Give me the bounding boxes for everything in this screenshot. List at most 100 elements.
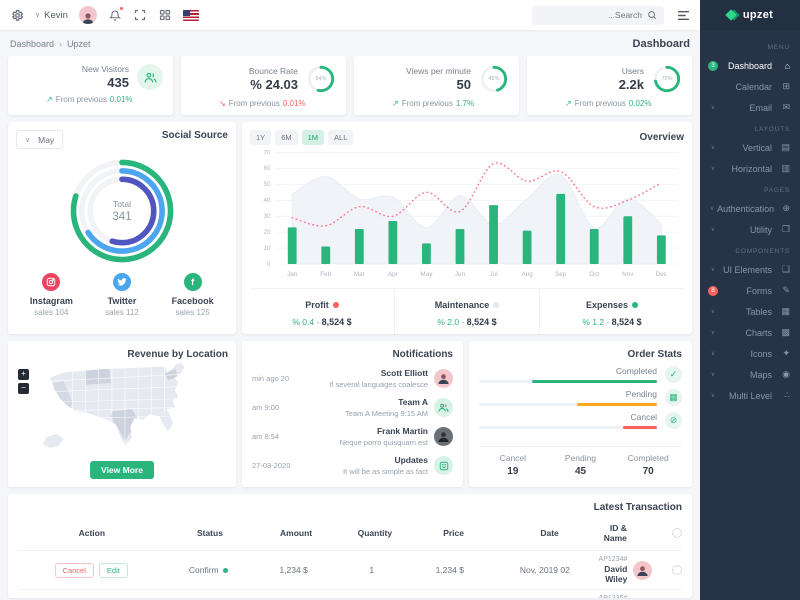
breadcrumb-item[interactable]: Dashboard xyxy=(10,39,54,49)
sidebar-item-label: Multi Level xyxy=(719,391,772,401)
language-flag-us[interactable] xyxy=(183,10,199,21)
breadcrumb-item[interactable]: Upzet xyxy=(67,39,91,49)
users-donut-chart: 72% xyxy=(652,64,682,94)
svg-text:50: 50 xyxy=(263,181,271,188)
bounce-rate-donut-chart: 54% xyxy=(306,64,336,94)
avatar xyxy=(434,427,453,446)
tab-all[interactable]: ALL xyxy=(328,130,353,145)
sidebar-item-tables[interactable]: ∨Tables▦ xyxy=(700,301,800,322)
bottom-row: Revenue by Location + − xyxy=(8,341,692,487)
sidebar-item-label: Horizontal xyxy=(719,164,772,174)
sidebar-item-label: Charts xyxy=(719,328,772,338)
tab-1m[interactable]: 1M xyxy=(302,130,324,145)
stat-value: 435 xyxy=(82,75,129,90)
sidebar-item-maps[interactable]: ∨Maps◉ xyxy=(700,364,800,385)
sidebar-item-dashboard[interactable]: 3Dashboard⌂ xyxy=(700,55,800,76)
progress-bar xyxy=(479,426,657,429)
map-zoom-in-button[interactable]: + xyxy=(18,369,29,380)
row-checkbox[interactable] xyxy=(672,565,682,575)
sidebar-item-authentication[interactable]: ∨Authentication⊕ xyxy=(700,198,800,219)
overview-chart: 010203040506070JanFebMarAprMayJunJulAugS… xyxy=(250,147,684,286)
chevron-down-icon: ∨ xyxy=(711,144,715,151)
sidebar-item-label: Tables xyxy=(719,307,772,317)
sidebar-item-label: Dashboard xyxy=(719,61,772,71)
hamburger-menu-icon[interactable] xyxy=(676,8,690,22)
bell-badge-dot xyxy=(119,6,124,11)
sidebar-item-label: Vertical xyxy=(719,143,772,153)
sidebar-item-horizontal[interactable]: ∨Horizontal▥ xyxy=(700,158,800,179)
main-area: ∨ Kevin xyxy=(0,0,700,600)
social-item-twitter[interactable]: Twitter sales 112 xyxy=(87,273,158,317)
svg-text:20: 20 xyxy=(263,229,271,236)
legend-profit: Profit % 0.4 - 8,524 $ xyxy=(250,289,394,334)
topbar-right xyxy=(532,6,690,25)
stat-trend: ↗ From previous 1.7% xyxy=(364,99,509,108)
notification-item[interactable]: 27-03-2020 UpdatesIt will be as simple a… xyxy=(252,451,453,480)
sidebar-item-calendar[interactable]: Calendar ⊞ xyxy=(700,76,800,97)
brand[interactable]: upzet xyxy=(700,0,800,30)
donut-total-label: Total xyxy=(113,199,131,209)
sidebar-item-ui-elements[interactable]: ∨UI Elements❏ xyxy=(700,259,800,280)
user-menu[interactable]: ∨ Kevin xyxy=(35,10,68,21)
sidebar-item-label: Maps xyxy=(719,370,772,380)
notifications-bell-icon[interactable] xyxy=(108,8,122,22)
sidebar-section-label: LAYOUTS xyxy=(700,118,800,137)
breadcrumb-row: Dashboard › Upzet Dashboard xyxy=(0,30,700,54)
transactions-table: Action Status Amount Quantity Price Date… xyxy=(18,519,682,598)
svg-text:Sep: Sep xyxy=(555,271,567,278)
sidebar-item-label: Calendar xyxy=(719,82,772,92)
updates-icon xyxy=(434,456,453,475)
topbar-left: ∨ Kevin xyxy=(10,6,199,24)
tab-1y[interactable]: 1Y xyxy=(250,130,271,145)
fullscreen-icon[interactable] xyxy=(133,8,147,22)
settings-gear-icon[interactable] xyxy=(10,8,24,22)
chevron-down-icon: ∨ xyxy=(25,136,30,144)
sidebar: upzet MENU3Dashboard⌂Calendar⊞∨Email✉LAY… xyxy=(700,0,800,600)
dashboard-icon: ⌂ xyxy=(777,61,790,71)
social-item-facebook[interactable]: f Facebook sales 125 xyxy=(157,273,228,317)
chevron-down-icon: ∨ xyxy=(710,205,714,212)
month-select[interactable]: ∨ May xyxy=(16,130,63,149)
map-zoom-out-button[interactable]: − xyxy=(18,383,29,394)
notification-item[interactable]: am 9:00 Team ATeam A Meeting 9:15 AM xyxy=(252,393,453,422)
edit-button[interactable]: Edit xyxy=(99,563,128,578)
sidebar-item-email[interactable]: ∨Email✉ xyxy=(700,97,800,118)
card-title: Latest Transaction xyxy=(594,502,682,513)
calendar-icon: ⊞ xyxy=(777,81,790,92)
social-item-instagram[interactable]: Instagram sales 104 xyxy=(16,273,87,317)
user-avatar[interactable] xyxy=(79,6,97,24)
sidebar-item-label: Utility xyxy=(719,225,772,235)
stat-title: Bounce Rate xyxy=(249,66,298,76)
chevron-down-icon: ∨ xyxy=(711,371,715,378)
view-more-button[interactable]: View More xyxy=(90,461,154,479)
select-all-checkbox[interactable] xyxy=(672,528,682,538)
cancel-button[interactable]: Cancel xyxy=(55,563,94,578)
svg-text:Jul: Jul xyxy=(489,271,497,278)
table-row: Cancel Edit Confirm 1,234 $ 1 1,234 $ No… xyxy=(18,551,682,590)
sidebar-item-vertical[interactable]: ∨Vertical▤ xyxy=(700,137,800,158)
tables-icon: ▦ xyxy=(777,306,790,317)
search-box[interactable] xyxy=(532,6,664,25)
progress-bar xyxy=(479,403,657,406)
us-map[interactable] xyxy=(34,362,228,465)
search-input[interactable] xyxy=(552,10,642,20)
latest-transaction-card: Latest Transaction Action Status Amount … xyxy=(8,494,692,598)
ui-elements-icon: ❏ xyxy=(777,264,790,275)
chevron-down-icon: ∨ xyxy=(711,165,715,172)
apps-grid-icon[interactable] xyxy=(158,8,172,22)
sidebar-item-forms[interactable]: 8Forms✎ xyxy=(700,280,800,301)
notification-item[interactable]: am 8:54 Frank MartinNeque porro quisquam… xyxy=(252,422,453,451)
sidebar-item-utility[interactable]: ∨Utility❒ xyxy=(700,219,800,240)
notification-item[interactable]: min ago 20 Scott ElliottIf several langu… xyxy=(252,364,453,393)
sidebar-item-multi-level[interactable]: ∨Multi Level∴ xyxy=(700,385,800,406)
svg-text:30: 30 xyxy=(263,213,271,220)
sidebar-item-icons[interactable]: ∨Icons✦ xyxy=(700,343,800,364)
stat-card-bounce-rate: Bounce Rate % 24.03 54% ↘ From previous … xyxy=(181,56,346,115)
calendar-icon: ▦ xyxy=(665,389,682,406)
stat-trend: ↘ From previous 0.01% xyxy=(191,99,336,108)
facebook-icon: f xyxy=(184,273,202,291)
svg-text:Dec: Dec xyxy=(656,271,667,278)
tab-6m[interactable]: 6M xyxy=(275,130,297,145)
sidebar-item-charts[interactable]: ∨Charts▩ xyxy=(700,322,800,343)
twitter-icon xyxy=(113,273,131,291)
